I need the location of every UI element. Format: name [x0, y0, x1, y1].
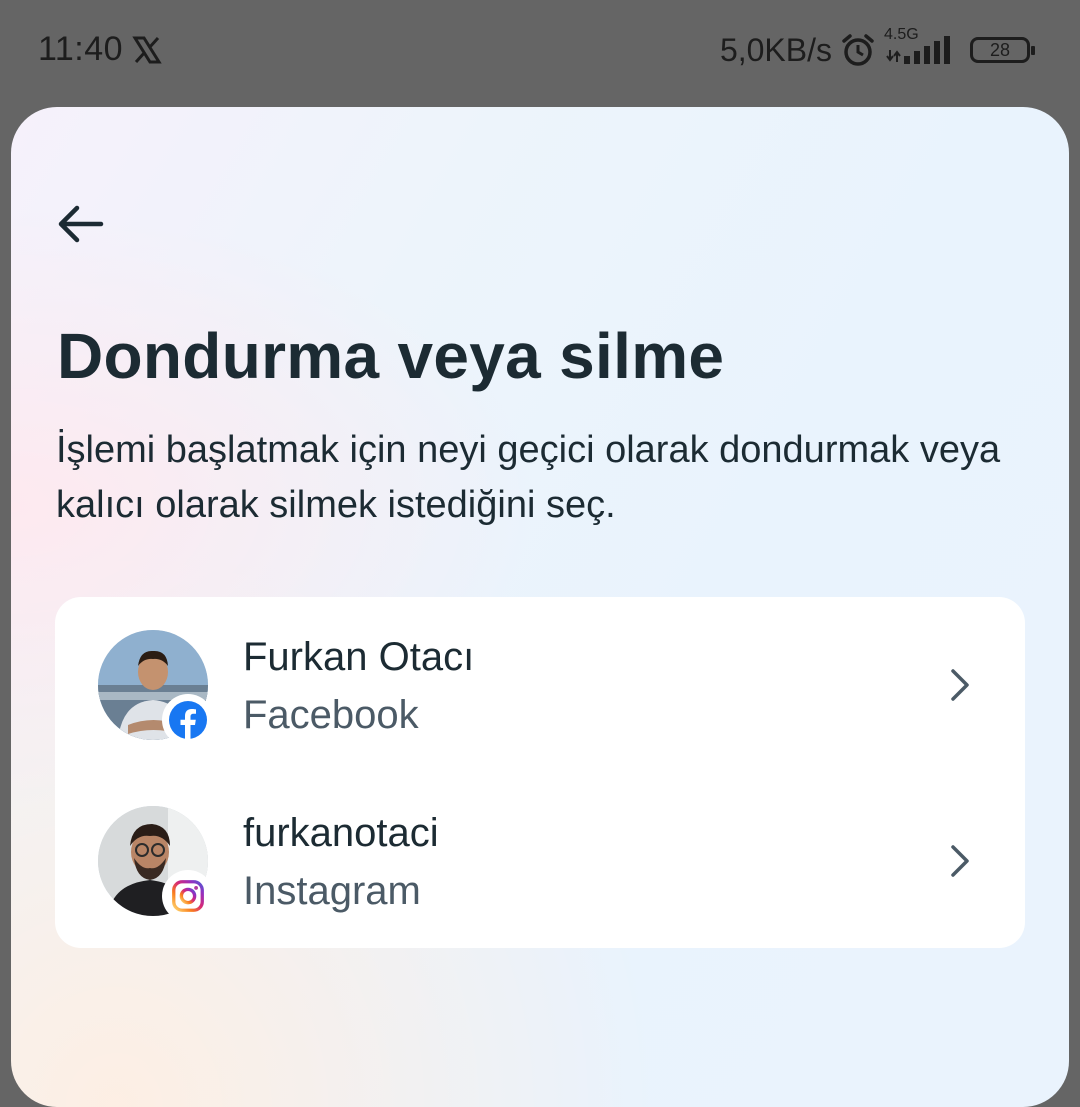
account-name: furkanotaci	[243, 811, 439, 855]
instagram-icon	[172, 880, 204, 912]
status-bar: 11:40 5,0KB/s 4.5G 28	[0, 0, 1080, 100]
account-name: Furkan Otacı	[243, 635, 475, 679]
account-platform: Instagram	[243, 869, 421, 913]
chevron-right-icon	[951, 845, 969, 877]
platform-badge	[162, 694, 214, 746]
network-speed: 5,0KB/s	[719, 31, 832, 68]
clock-text: 11:40	[38, 30, 124, 68]
page-title: Dondurma veya silme	[57, 320, 725, 392]
signal-strength-icon	[886, 36, 950, 64]
avatar-wrap	[98, 806, 214, 922]
account-platform: Facebook	[243, 693, 419, 737]
battery-level: 28	[989, 40, 1011, 60]
back-button[interactable]	[55, 199, 115, 249]
avatar-wrap	[98, 630, 214, 746]
facebook-icon	[169, 701, 207, 739]
account-row-facebook[interactable]: Furkan Otacı Facebook	[55, 597, 1025, 772]
account-row-instagram[interactable]: furkanotaci Instagram	[55, 773, 1025, 948]
alarm-clock-icon	[840, 32, 876, 68]
platform-badge	[162, 870, 214, 922]
back-arrow-icon	[58, 205, 104, 243]
account-list: Furkan Otacı Facebook furkanotaci Instag…	[55, 597, 1025, 948]
status-time: 11:40	[38, 30, 163, 69]
status-indicators: 5,0KB/s 4.5G 28	[719, 26, 1035, 72]
mobile-network: 4.5G	[884, 26, 954, 70]
bottom-sheet: Dondurma veya silme İşlemi başlatmak içi…	[11, 107, 1069, 1107]
chevron-right-icon	[951, 669, 969, 701]
battery-icon: 28	[970, 37, 1035, 63]
x-app-icon	[131, 34, 163, 66]
page-description: İşlemi başlatmak için neyi geçici olarak…	[56, 429, 1001, 526]
